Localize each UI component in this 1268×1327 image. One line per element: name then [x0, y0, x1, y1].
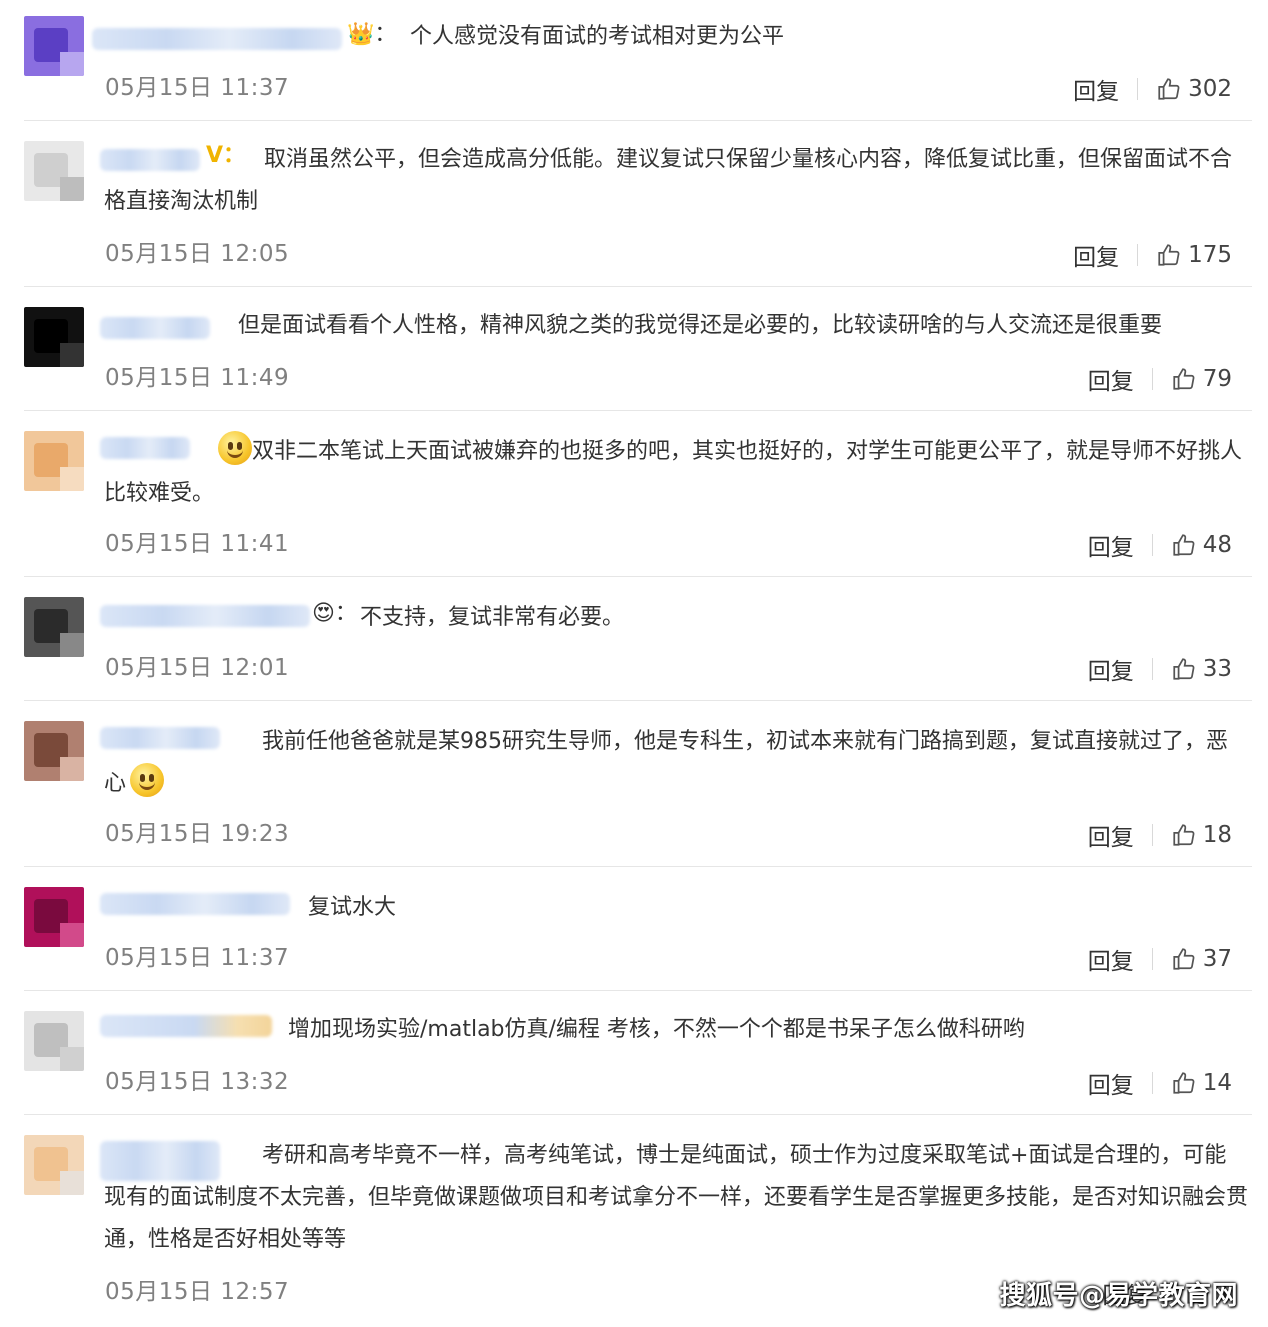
thumbs-up-icon — [1173, 824, 1195, 846]
reply-button[interactable]: 回复 — [1088, 362, 1134, 396]
like-button[interactable]: 48 — [1171, 532, 1232, 558]
like-count: 37 — [1202, 946, 1232, 972]
reply-button[interactable]: 回复 — [1073, 72, 1119, 106]
comment-text: 但是面试看看个人性格，精神风貌之类的我觉得还是必要的，比较读研啥的与人交流还是很… — [238, 313, 1163, 338]
divider — [1151, 368, 1153, 390]
reply-button[interactable]: 回复 — [1088, 1066, 1134, 1100]
reply-button[interactable]: 回复 — [1088, 818, 1134, 852]
reply-button[interactable]: 回复 — [1088, 652, 1134, 686]
comment-actions: 回复 79 — [1088, 362, 1232, 396]
comment-actions: 回复 37 — [1088, 942, 1232, 976]
comment-text: 复试水大 — [308, 895, 397, 920]
avatar[interactable] — [24, 16, 84, 76]
comment-text: 不支持，复试非常有必要。 — [360, 605, 625, 630]
avatar[interactable] — [24, 141, 84, 201]
smile-emoji-icon — [130, 763, 165, 797]
like-button[interactable]: 175 — [1156, 242, 1232, 268]
avatar[interactable] — [24, 1011, 84, 1071]
comment-actions: 回复 48 — [1088, 528, 1232, 562]
comment-actions: 回复 302 — [1073, 72, 1232, 106]
divider — [1151, 658, 1153, 680]
like-count: 33 — [1202, 656, 1232, 682]
like-count: 79 — [1202, 366, 1232, 392]
thumbs-up-icon — [1173, 658, 1195, 680]
comment-actions: 回复 14 — [1088, 1066, 1232, 1100]
like-button[interactable]: 18 — [1171, 822, 1232, 848]
comment-item: 😍： 不支持，复试非常有必要。 05月15日 12:01 回复 33 — [0, 577, 1268, 701]
comment-item: 👑： 个人感觉没有面试的考试相对更为公平 05月15日 11:37 回复 302 — [0, 0, 1268, 121]
comment-text: 我前任他爸爸就是某985研究生导师，他是专科生，初试本来就有门路搞到题，复试直接… — [104, 729, 1228, 797]
like-button[interactable]: 37 — [1171, 946, 1232, 972]
divider — [1151, 1072, 1153, 1094]
watermark: 搜狐号@易学教育网 — [999, 1281, 1238, 1311]
comment-text: 取消虽然公平，但会造成高分低能。建议复试只保留少量核心内容，降低复试比重，但保留… — [104, 147, 1233, 214]
reply-button[interactable]: 回复 — [1088, 942, 1134, 976]
comment-item: 但是面试看看个人性格，精神风貌之类的我觉得还是必要的，比较读研啥的与人交流还是很… — [0, 287, 1268, 411]
like-button[interactable]: 79 — [1171, 366, 1232, 392]
avatar[interactable] — [24, 307, 84, 367]
avatar[interactable] — [24, 431, 84, 491]
avatar[interactable] — [24, 597, 84, 657]
comment-time: 05月15日 13:32 — [105, 1069, 290, 1095]
avatar[interactable] — [24, 1135, 84, 1195]
comment-text: 考研和高考毕竟不一样，高考纯笔试，博士是纯面试，硕士作为过度采取笔试+面试是合理… — [104, 1143, 1249, 1252]
like-count: 48 — [1202, 532, 1232, 558]
avatar[interactable] — [24, 887, 84, 947]
like-button[interactable]: 302 — [1156, 76, 1232, 102]
comment-item: V： 取消虽然公平，但会造成高分低能。建议复试只保留少量核心内容，降低复试比重，… — [0, 121, 1268, 287]
like-button[interactable]: 14 — [1171, 1070, 1232, 1096]
avatar[interactable] — [24, 721, 84, 781]
like-button[interactable]: 33 — [1171, 656, 1232, 682]
comment-time: 05月15日 11:37 — [105, 945, 290, 971]
comment-time: 05月15日 11:41 — [105, 531, 290, 557]
comment-actions: 回复 175 — [1073, 238, 1232, 272]
thumbs-up-icon — [1173, 368, 1195, 390]
like-count: 302 — [1188, 76, 1232, 102]
comment-text: 增加现场实验/matlab仿真/编程 考核，不然一个个都是书呆子怎么做科研哟 — [288, 1017, 1025, 1042]
comment-item: 复试水大 05月15日 11:37 回复 37 — [0, 867, 1268, 991]
comment-item: 双非二本笔试上天面试被嫌弃的也挺多的吧，其实也挺好的，对学生可能更公平了，就是导… — [0, 411, 1268, 577]
thumbs-up-icon — [1173, 534, 1195, 556]
like-count: 14 — [1202, 1070, 1232, 1096]
comment-actions: 回复 33 — [1088, 652, 1232, 686]
comment-time: 05月15日 11:49 — [105, 365, 290, 391]
comment-actions: 回复 18 — [1088, 818, 1232, 852]
comment-time: 05月15日 11:37 — [105, 75, 290, 101]
comment-time: 05月15日 12:57 — [105, 1279, 290, 1305]
grin-emoji-icon — [218, 431, 252, 465]
comment-item: 增加现场实验/matlab仿真/编程 考核，不然一个个都是书呆子怎么做科研哟 0… — [0, 991, 1268, 1115]
comment-list: 👑： 个人感觉没有面试的考试相对更为公平 05月15日 11:37 回复 302… — [0, 0, 1268, 1327]
divider — [1151, 534, 1153, 556]
like-count: 18 — [1202, 822, 1232, 848]
comment-time: 05月15日 12:05 — [105, 241, 290, 267]
divider — [1151, 948, 1153, 970]
reply-button[interactable]: 回复 — [1088, 528, 1134, 562]
like-count: 175 — [1188, 242, 1232, 268]
comment-time: 05月15日 19:23 — [105, 821, 290, 847]
comment-text: 双非二本笔试上天面试被嫌弃的也挺多的吧，其实也挺好的，对学生可能更公平了，就是导… — [104, 431, 1248, 515]
divider — [1137, 244, 1139, 266]
comment-text: 个人感觉没有面试的考试相对更为公平 — [410, 24, 785, 49]
comment-item: 我前任他爸爸就是某985研究生导师，他是专科生，初试本来就有门路搞到题，复试直接… — [0, 701, 1268, 867]
thumbs-up-icon — [1158, 78, 1180, 100]
reply-button[interactable]: 回复 — [1073, 238, 1119, 272]
thumbs-up-icon — [1158, 244, 1180, 266]
divider — [1137, 78, 1139, 100]
thumbs-up-icon — [1173, 948, 1195, 970]
divider — [1151, 824, 1153, 846]
comment-time: 05月15日 12:01 — [105, 655, 290, 681]
thumbs-up-icon — [1173, 1072, 1195, 1094]
